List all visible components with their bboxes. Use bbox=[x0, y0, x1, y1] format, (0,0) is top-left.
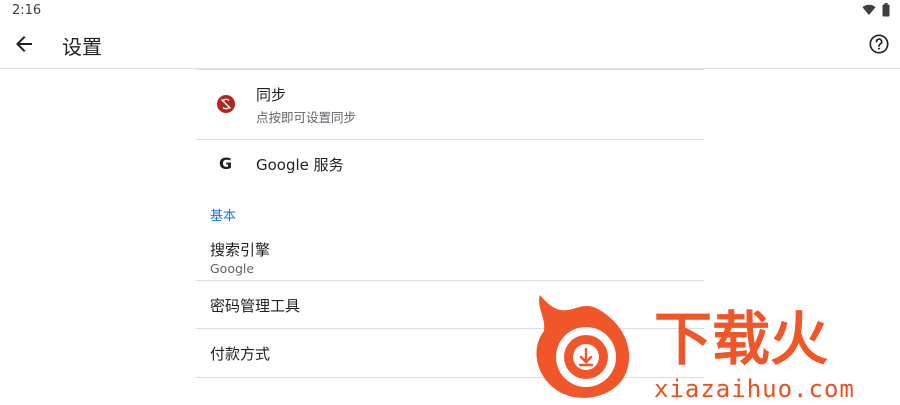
app-bar: 设置 bbox=[0, 22, 900, 69]
status-time: 2:16 bbox=[12, 3, 42, 18]
sync-row[interactable]: 同步 点按即可设置同步 bbox=[196, 70, 704, 139]
search-engine-title: 搜索引擎 bbox=[210, 241, 271, 259]
sync-title: 同步 bbox=[256, 86, 287, 104]
status-icons bbox=[862, 3, 890, 17]
back-arrow-icon[interactable] bbox=[12, 32, 36, 56]
watermark-site: xiazaihuo.com bbox=[654, 375, 855, 403]
google-services-row[interactable]: G Google 服务 bbox=[196, 140, 704, 188]
watermark-logo-text: 下载火 bbox=[654, 305, 828, 373]
section-header-basic: 基本 bbox=[196, 188, 704, 228]
sync-summary: 点按即可设置同步 bbox=[256, 110, 357, 125]
search-engine-row[interactable]: 搜索引擎 Google bbox=[196, 228, 704, 280]
sync-off-icon bbox=[217, 95, 235, 113]
watermark: 下载火 xiazaihuo.com bbox=[526, 287, 892, 405]
search-engine-summary: Google bbox=[210, 261, 255, 276]
help-icon[interactable] bbox=[868, 33, 890, 55]
payment-methods-title: 付款方式 bbox=[210, 345, 271, 363]
password-manager-title: 密码管理工具 bbox=[210, 297, 301, 315]
google-services-title: Google 服务 bbox=[256, 156, 344, 174]
wifi-icon bbox=[862, 4, 876, 16]
status-bar: 2:16 bbox=[0, 0, 900, 22]
section-header-basic-label: 基本 bbox=[210, 209, 237, 224]
battery-icon bbox=[882, 3, 890, 17]
google-g-icon: G bbox=[219, 154, 233, 173]
page-title: 设置 bbox=[62, 35, 102, 59]
